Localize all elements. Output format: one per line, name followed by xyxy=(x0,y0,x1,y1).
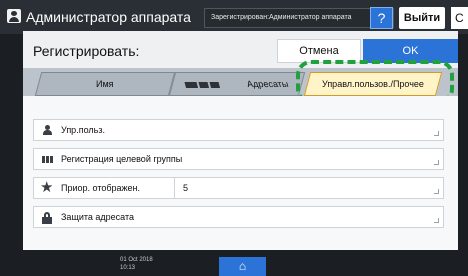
row-label: Защита адресата xyxy=(61,212,135,222)
destination-type-icons xyxy=(182,73,224,95)
row-label: Приор. отображен. xyxy=(61,183,141,193)
tab-destinations-label: Адресаты xyxy=(246,79,290,89)
user-icon xyxy=(42,125,54,135)
logout-button[interactable]: Выйти xyxy=(399,7,445,29)
lock-icon xyxy=(42,212,54,224)
user-icon xyxy=(7,9,21,23)
date-time: 01 Oct 2018 10:13 xyxy=(120,257,153,271)
extra-button[interactable]: С xyxy=(451,7,468,29)
corner-icon xyxy=(434,189,439,194)
row-user-management[interactable]: Упр.польз. xyxy=(33,119,444,141)
corner-icon xyxy=(434,160,439,165)
priority-value: 5 xyxy=(174,178,188,198)
app-title: Администратор аппарата xyxy=(26,9,191,25)
star-icon: ★ xyxy=(40,179,54,196)
corner-icon xyxy=(434,131,439,136)
row-destination-protection[interactable]: Защита адресата xyxy=(33,206,444,228)
corner-icon xyxy=(434,218,439,223)
tab-destinations[interactable]: Адресаты xyxy=(168,72,306,96)
row-label: Упр.польз. xyxy=(61,125,105,135)
tab-name[interactable]: Имя xyxy=(34,72,176,96)
login-status: Зарегистрирован:Администратор аппарата xyxy=(204,8,394,28)
tab-name-label: Имя xyxy=(96,79,114,89)
home-icon: ⌂ xyxy=(238,259,247,273)
row-group-registration[interactable]: Регистрация целевой группы xyxy=(33,148,444,170)
page-title: Регистрировать: xyxy=(33,43,140,59)
help-button[interactable]: ? xyxy=(370,7,393,29)
row-display-priority[interactable]: ★ Приор. отображен. 5 xyxy=(33,177,444,199)
login-status-text: Зарегистрирован:Администратор аппарата xyxy=(211,14,352,21)
row-label: Регистрация целевой группы xyxy=(61,154,183,164)
home-button[interactable]: ⌂ xyxy=(219,257,266,276)
group-icon xyxy=(42,154,54,164)
